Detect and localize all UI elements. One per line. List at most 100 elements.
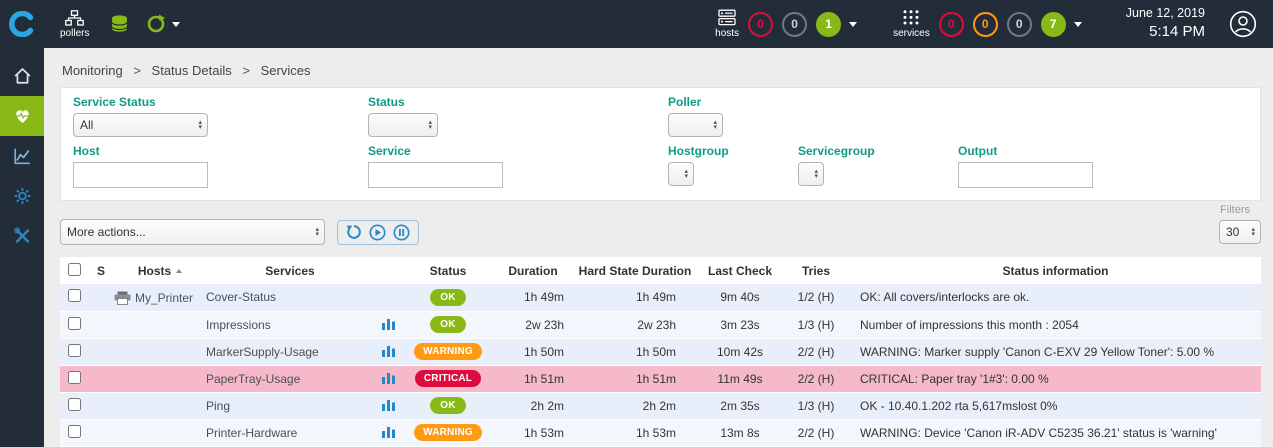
breadcrumb-item-services[interactable]: Services	[261, 63, 311, 78]
ok-counter[interactable]: 7	[1041, 12, 1066, 37]
servicegroup-select[interactable]	[798, 162, 824, 186]
hosts-icon	[718, 9, 736, 26]
row-select-cell	[60, 338, 88, 365]
header-s[interactable]: S	[88, 257, 114, 284]
chevron-down-icon[interactable]	[1074, 22, 1082, 27]
sidebar-item-administration[interactable]	[0, 216, 44, 256]
output-label: Output	[958, 144, 1246, 158]
status-information-cell: WARNING: Marker supply 'Canon C-EXV 29 Y…	[850, 338, 1261, 365]
service-link[interactable]: Impressions	[206, 318, 271, 332]
critical-counter[interactable]: 0	[748, 12, 773, 37]
row-checkbox[interactable]	[68, 425, 81, 438]
row-checkbox[interactable]	[68, 344, 81, 357]
host-cell: My_Printer	[114, 284, 206, 311]
centreon-logo[interactable]	[0, 0, 44, 48]
sidebar	[0, 48, 44, 447]
graph-icon[interactable]	[382, 425, 395, 438]
home-icon	[13, 67, 32, 85]
header-duration[interactable]: Duration	[494, 257, 572, 284]
host-link[interactable]: My_Printer	[135, 291, 193, 305]
select-all-checkbox[interactable]	[68, 263, 81, 276]
service-link[interactable]: MarkerSupply-Usage	[206, 345, 319, 359]
status-cell: WARNING	[402, 419, 494, 446]
neutral-counter[interactable]: 0	[1007, 12, 1032, 37]
play-button[interactable]	[369, 224, 386, 241]
tries-cell: 1/2 (H)	[782, 284, 850, 311]
chevron-down-icon[interactable]	[849, 22, 857, 27]
ok-counter[interactable]: 1	[816, 12, 841, 37]
header-hard-state-duration[interactable]: Hard State Duration	[572, 257, 698, 284]
gear-icon	[13, 187, 32, 205]
host-cell	[114, 338, 206, 365]
sidebar-item-home[interactable]	[0, 56, 44, 96]
graph-icon[interactable]	[382, 344, 395, 357]
breadcrumb-item-status-details[interactable]: Status Details	[152, 63, 232, 78]
breadcrumb-item-monitoring[interactable]: Monitoring	[62, 63, 123, 78]
graph-icon[interactable]	[382, 371, 395, 384]
status-cell: OK	[402, 284, 494, 311]
graph-cell	[374, 284, 402, 311]
row-checkbox[interactable]	[68, 398, 81, 411]
table-row: PaperTray-UsageCRITICAL1h 51m1h 51m11m 4…	[60, 365, 1261, 392]
more-actions-select[interactable]: More actions...	[60, 219, 325, 245]
service-field: Service	[368, 144, 668, 188]
row-checkbox[interactable]	[68, 317, 81, 330]
status-select[interactable]	[368, 113, 438, 137]
warning-counter[interactable]: 0	[973, 12, 998, 37]
services-table-body: My_PrinterCover-StatusOK1h 49m1h 49m9m 4…	[60, 284, 1261, 446]
service-cell: Ping	[206, 392, 374, 419]
header-status[interactable]: Status	[402, 257, 494, 284]
servicegroup-field: Servicegroup	[798, 144, 958, 188]
output-input[interactable]	[958, 162, 1093, 188]
service-link[interactable]: Cover-Status	[206, 290, 276, 304]
tools-icon	[13, 227, 32, 245]
sidebar-item-reporting[interactable]	[0, 136, 44, 176]
header-tries[interactable]: Tries	[782, 257, 850, 284]
neutral-counter[interactable]: 0	[782, 12, 807, 37]
user-avatar[interactable]	[1229, 10, 1257, 38]
service-link[interactable]: PaperTray-Usage	[206, 372, 300, 386]
filter-panel: Service Status All Status Poller Host Se…	[60, 87, 1261, 201]
poller-select[interactable]	[668, 113, 723, 137]
header-services[interactable]: Services	[206, 257, 374, 284]
status-cell: OK	[402, 311, 494, 338]
hard-state-duration-cell: 1h 51m	[572, 365, 698, 392]
graph-icon[interactable]	[382, 398, 395, 411]
service-input[interactable]	[368, 162, 503, 188]
play-icon	[369, 224, 386, 241]
service-link[interactable]: Printer-Hardware	[206, 426, 297, 440]
host-label: Host	[73, 144, 368, 158]
sidebar-item-monitoring[interactable]	[0, 96, 44, 136]
filters-toggle[interactable]: Filters	[1220, 204, 1250, 216]
critical-counter[interactable]: 0	[939, 12, 964, 37]
hosts-menu[interactable]: hosts	[715, 9, 739, 39]
pollers-menu[interactable]: pollers	[60, 10, 89, 39]
sidebar-item-configuration[interactable]	[0, 176, 44, 216]
heart-pulse-icon	[13, 107, 32, 125]
refresh-button[interactable]	[346, 224, 362, 240]
graph-icon[interactable]	[382, 317, 395, 330]
service-cell: Cover-Status	[206, 284, 374, 311]
pause-button[interactable]	[393, 224, 410, 241]
header-status-information[interactable]: Status information	[850, 257, 1261, 284]
hostgroup-select[interactable]	[668, 162, 694, 186]
service-status-select[interactable]: All	[73, 113, 208, 137]
row-checkbox[interactable]	[68, 371, 81, 384]
table-header-row: S Hosts Services Status Duration Hard St…	[60, 257, 1261, 284]
row-checkbox[interactable]	[68, 289, 81, 302]
service-link[interactable]: Ping	[206, 399, 230, 413]
services-menu[interactable]: services	[893, 9, 930, 39]
host-input[interactable]	[73, 162, 208, 188]
select-all-cell	[60, 257, 88, 284]
services-label: services	[893, 28, 930, 39]
header-last-check[interactable]: Last Check	[698, 257, 782, 284]
service-cell: Impressions	[206, 311, 374, 338]
tries-cell: 1/3 (H)	[782, 311, 850, 338]
page-size-select[interactable]: 30	[1219, 220, 1261, 244]
header-hosts[interactable]: Hosts	[114, 257, 206, 284]
poller-status-icon[interactable]	[146, 14, 166, 34]
hard-state-duration-cell: 2w 23h	[572, 311, 698, 338]
chevron-down-icon[interactable]	[172, 22, 180, 27]
host-field: Host	[73, 144, 368, 188]
database-icon[interactable]	[111, 15, 128, 33]
